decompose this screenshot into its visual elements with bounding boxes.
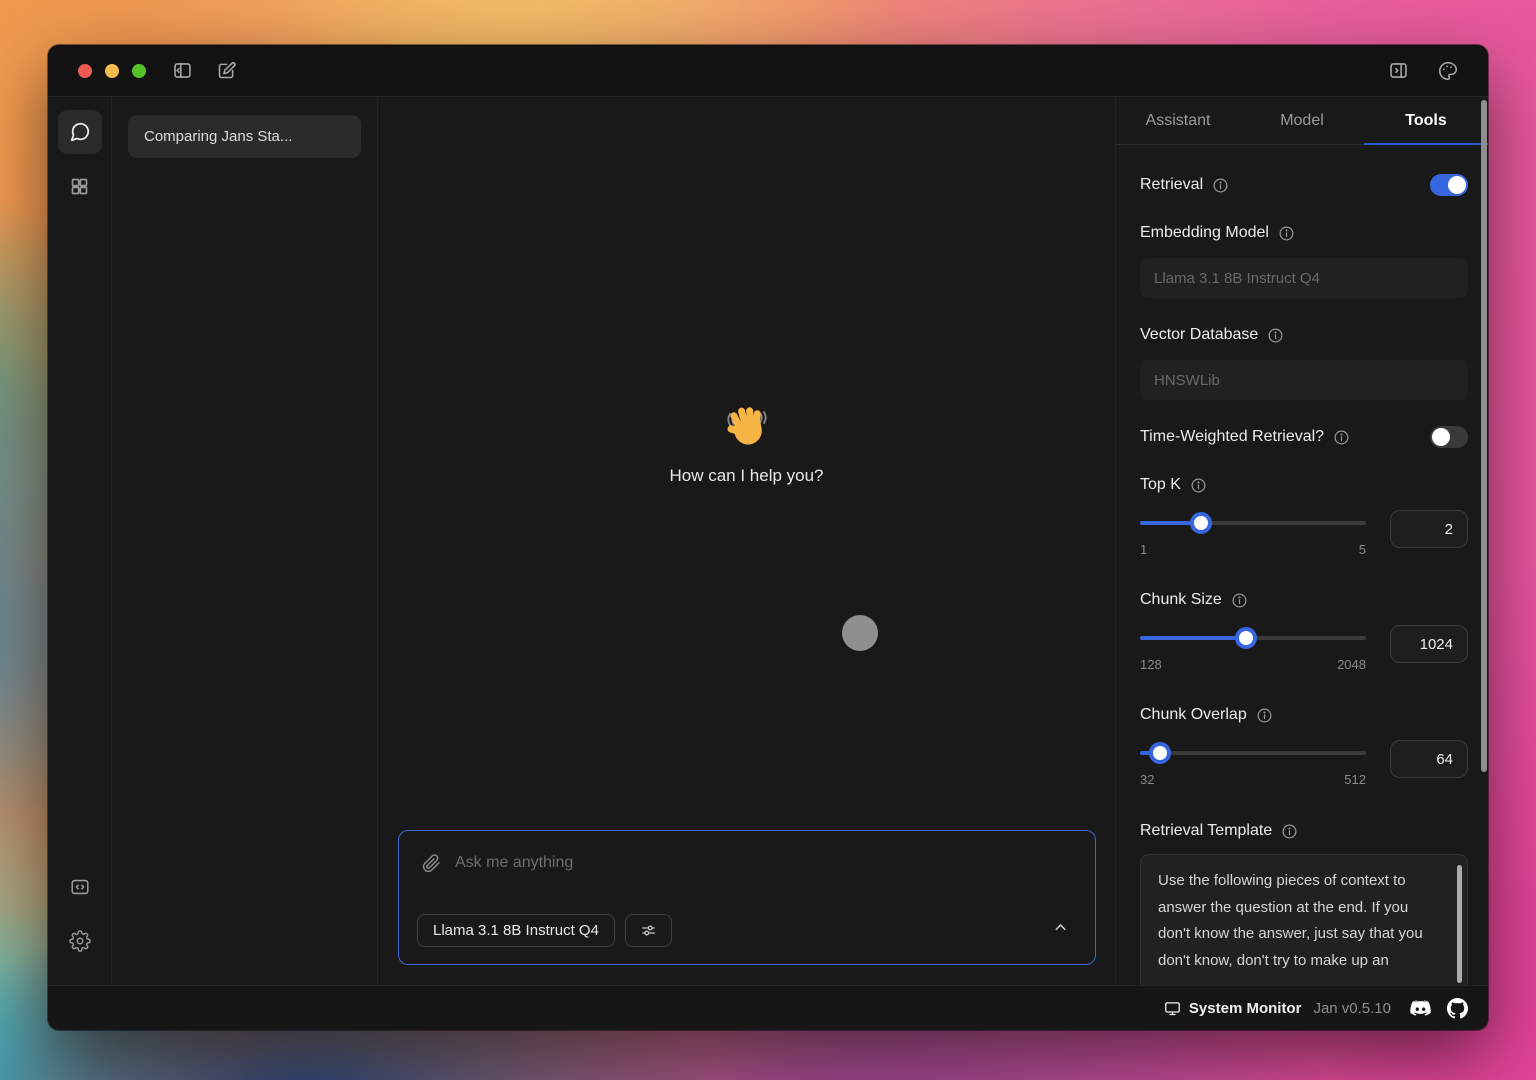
- monitor-icon: [1164, 1000, 1181, 1017]
- chunk-overlap-slider[interactable]: [1140, 740, 1366, 766]
- message-input-placeholder[interactable]: Ask me anything: [455, 854, 573, 872]
- panel-scrollbar[interactable]: [1481, 100, 1487, 772]
- model-settings-button[interactable]: [625, 914, 672, 947]
- thread-list-item[interactable]: Comparing Jans Sta...: [128, 115, 361, 158]
- textarea-scrollbar[interactable]: [1457, 865, 1462, 983]
- cursor-dot: [842, 615, 878, 651]
- top-k-control: 1 5 2: [1140, 510, 1468, 557]
- time-weighted-label: Time-Weighted Retrieval?: [1140, 428, 1324, 446]
- chat-area: How can I help you? Ask me anything Llam…: [378, 97, 1115, 985]
- app-version: Jan v0.5.10: [1313, 1000, 1391, 1017]
- right-panel: Assistant Model Tools Retrieval Embeddin…: [1115, 97, 1488, 985]
- greeting-text: How can I help you?: [669, 466, 823, 486]
- left-rail: [48, 97, 112, 985]
- thread-title: Comparing Jans Sta...: [144, 128, 292, 145]
- hub-nav-button[interactable]: [58, 164, 102, 208]
- minimize-button[interactable]: [105, 64, 119, 78]
- statusbar: System Monitor Jan v0.5.10: [48, 985, 1488, 1030]
- vector-database-input[interactable]: HNSWLib: [1140, 360, 1468, 400]
- time-weighted-toggle[interactable]: [1430, 426, 1468, 448]
- waving-hand-icon: [721, 402, 773, 454]
- panel-tabs: Assistant Model Tools: [1116, 97, 1488, 145]
- chunk-size-slider[interactable]: [1140, 625, 1366, 651]
- info-icon[interactable]: [1278, 225, 1295, 242]
- info-icon[interactable]: [1333, 429, 1350, 446]
- chat-bubble-icon: [69, 121, 91, 143]
- retrieval-template-textarea[interactable]: Use the following pieces of context to a…: [1140, 854, 1468, 985]
- attach-file-button[interactable]: [419, 851, 443, 875]
- tab-model[interactable]: Model: [1240, 97, 1364, 144]
- gear-icon: [69, 930, 91, 952]
- zoom-button[interactable]: [132, 64, 146, 78]
- retrieval-template-label: Retrieval Template: [1140, 822, 1272, 840]
- app-window: Comparing Jans Sta...: [48, 45, 1488, 1030]
- chunk-size-label: Chunk Size: [1140, 591, 1222, 609]
- traffic-lights: [78, 64, 146, 78]
- top-k-slider[interactable]: [1140, 510, 1366, 536]
- info-icon[interactable]: [1267, 327, 1284, 344]
- model-selector-button[interactable]: Llama 3.1 8B Instruct Q4: [417, 914, 615, 947]
- titlebar: [48, 45, 1488, 97]
- chunk-size-value-input[interactable]: 1024: [1390, 625, 1468, 663]
- toggle-left-panel-button[interactable]: [170, 59, 194, 83]
- vector-database-label: Vector Database: [1140, 326, 1258, 344]
- retrieval-toggle[interactable]: [1430, 174, 1468, 196]
- github-icon: [1447, 998, 1468, 1019]
- tab-assistant[interactable]: Assistant: [1116, 97, 1240, 144]
- compose-icon: [216, 60, 237, 81]
- message-input-box[interactable]: Ask me anything Llama 3.1 8B Instruct Q4: [398, 830, 1096, 965]
- discord-icon: [1409, 997, 1432, 1020]
- slider-knob[interactable]: [1235, 627, 1257, 649]
- slider-knob[interactable]: [1149, 742, 1171, 764]
- info-icon[interactable]: [1256, 707, 1273, 724]
- info-icon[interactable]: [1212, 177, 1229, 194]
- settings-button[interactable]: [58, 919, 102, 963]
- theme-button[interactable]: [1436, 59, 1460, 83]
- grid-icon: [69, 176, 90, 197]
- palette-icon: [1437, 60, 1459, 82]
- new-thread-button[interactable]: [214, 59, 238, 83]
- chunk-overlap-value-input[interactable]: 64: [1390, 740, 1468, 778]
- github-button[interactable]: [1447, 998, 1468, 1019]
- info-icon[interactable]: [1190, 477, 1207, 494]
- system-monitor-button[interactable]: System Monitor: [1164, 1000, 1302, 1017]
- chunk-overlap-control: 32 512 64: [1140, 740, 1468, 787]
- panel-right-icon: [1388, 60, 1409, 81]
- top-k-label: Top K: [1140, 476, 1181, 494]
- embedding-model-input[interactable]: Llama 3.1 8B Instruct Q4: [1140, 258, 1468, 298]
- retrieval-label: Retrieval: [1140, 176, 1203, 194]
- panel-left-icon: [172, 60, 193, 81]
- chunk-overlap-label: Chunk Overlap: [1140, 706, 1247, 724]
- sliders-icon: [640, 922, 657, 939]
- info-icon[interactable]: [1231, 592, 1248, 609]
- local-api-server-button[interactable]: [58, 865, 102, 909]
- thread-list: Comparing Jans Sta...: [112, 97, 378, 985]
- code-square-icon: [69, 876, 91, 898]
- close-button[interactable]: [78, 64, 92, 78]
- chunk-size-control: 128 2048 1024: [1140, 625, 1468, 672]
- threads-nav-button[interactable]: [58, 110, 102, 154]
- slider-knob[interactable]: [1190, 512, 1212, 534]
- top-k-value-input[interactable]: 2: [1390, 510, 1468, 548]
- discord-button[interactable]: [1409, 997, 1432, 1020]
- embedding-model-label: Embedding Model: [1140, 224, 1269, 242]
- collapse-input-button[interactable]: [1052, 919, 1069, 936]
- tab-tools[interactable]: Tools: [1364, 97, 1488, 144]
- info-icon[interactable]: [1281, 823, 1298, 840]
- toggle-right-panel-button[interactable]: [1386, 59, 1410, 83]
- empty-state: How can I help you?: [378, 402, 1115, 486]
